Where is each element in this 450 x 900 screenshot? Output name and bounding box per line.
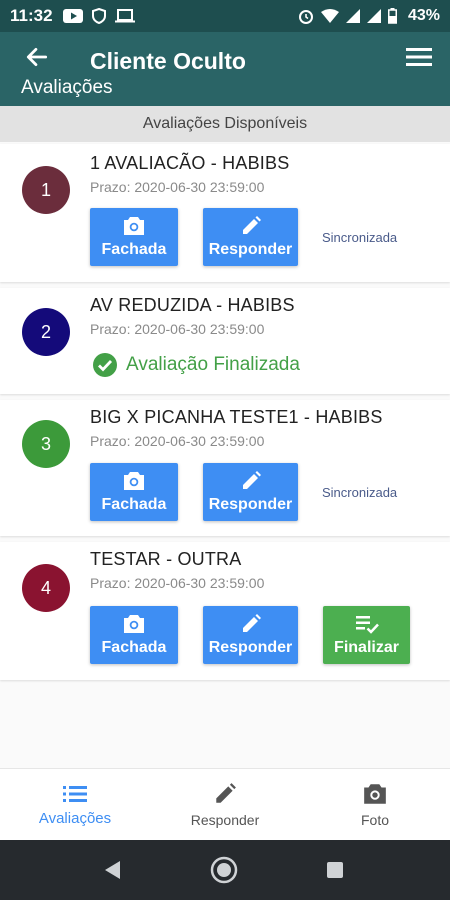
fachada-label: Fachada	[101, 496, 167, 513]
evaluation-number-badge: 3	[22, 420, 70, 468]
status-bar: 11:32 43%	[0, 0, 450, 32]
arrow-left-icon[interactable]	[24, 44, 50, 70]
nav-label: Foto	[360, 812, 389, 828]
evaluation-title: 1 AVALIACÃO - HABIBS	[90, 153, 290, 173]
evaluation-number-badge: 1	[22, 166, 70, 214]
pencil-icon	[216, 783, 236, 803]
pencil-icon	[242, 216, 261, 234]
finalizar-button[interactable]: Finalizar	[323, 606, 410, 664]
playlist-check-icon	[355, 616, 379, 634]
youtube-icon	[62, 9, 83, 23]
nav-item-avaliacoes[interactable]: Avaliações	[0, 769, 150, 841]
evaluation-number-badge: 2	[22, 308, 70, 356]
responder-button[interactable]: Responder	[203, 606, 298, 664]
status-icons-left	[62, 8, 135, 24]
responder-label: Responder	[208, 241, 293, 258]
wifi-icon	[320, 9, 339, 23]
battery-icon	[387, 8, 397, 24]
responder-label: Responder	[208, 639, 293, 656]
signal-icon	[345, 9, 360, 23]
pencil-icon	[242, 614, 261, 632]
camera-icon	[124, 217, 144, 235]
evaluation-card-4: 4 TESTAR - OUTRA Prazo: 2020-06-30 23:59…	[0, 542, 450, 680]
back-triangle-icon[interactable]	[104, 860, 122, 880]
bottom-navigation: Avaliações Responder Foto	[0, 768, 450, 841]
sync-status: Sincronizada	[322, 485, 398, 500]
page-title: Cliente Oculto	[90, 48, 246, 74]
page-subtitle: Avaliações	[21, 77, 113, 98]
nav-label: Avaliações	[38, 809, 112, 827]
evaluation-card-3: 3 BIG X PICANHA TESTE1 - HABIBS Prazo: 2…	[0, 400, 450, 536]
menu-icon[interactable]	[406, 46, 432, 68]
pencil-icon	[242, 471, 261, 489]
camera-icon	[364, 784, 386, 804]
evaluation-number-badge: 4	[22, 564, 70, 612]
evaluation-title: TESTAR - OUTRA	[90, 549, 242, 569]
evaluation-deadline: Prazo: 2020-06-30 23:59:00	[90, 321, 265, 337]
evaluation-deadline: Prazo: 2020-06-30 23:59:00	[90, 179, 265, 195]
check-circle-icon	[93, 353, 117, 377]
nav-label: Responder	[190, 812, 260, 828]
home-circle-icon[interactable]	[210, 856, 238, 884]
battery-percent: 43%	[407, 7, 440, 24]
evaluation-card-2: 2 AV REDUZIDA - HABIBS Prazo: 2020-06-30…	[0, 288, 450, 394]
status-time: 11:32	[10, 6, 53, 25]
evaluation-title: BIG X PICANHA TESTE1 - HABIBS	[90, 407, 383, 427]
system-navigation-bar	[0, 840, 450, 900]
list-icon	[63, 785, 87, 802]
sync-status: Sincronizada	[322, 230, 398, 245]
app-bar: Cliente Oculto Avaliações	[0, 32, 450, 106]
fachada-label: Fachada	[101, 241, 167, 258]
responder-button[interactable]: Responder	[203, 463, 298, 521]
fachada-button[interactable]: Fachada	[90, 463, 178, 521]
camera-icon	[124, 472, 144, 490]
finished-label: Avaliação Finalizada	[126, 354, 300, 375]
fachada-button[interactable]: Fachada	[90, 606, 178, 664]
recents-square-icon[interactable]	[326, 861, 344, 879]
alarm-icon	[298, 10, 313, 24]
finalizar-label: Finalizar	[334, 639, 399, 656]
nav-item-foto[interactable]: Foto	[300, 769, 450, 841]
responder-label: Responder	[208, 496, 293, 513]
camera-icon	[124, 615, 144, 633]
fachada-button[interactable]: Fachada	[90, 208, 178, 266]
laptop-icon	[114, 9, 135, 23]
nav-item-responder[interactable]: Responder	[150, 769, 300, 841]
finished-status: Avaliação Finalizada	[92, 352, 300, 378]
signal-icon	[366, 9, 381, 23]
evaluation-deadline: Prazo: 2020-06-30 23:59:00	[90, 575, 265, 591]
evaluation-card-1: 1 1 AVALIACÃO - HABIBS Prazo: 2020-06-30…	[0, 144, 450, 282]
evaluation-deadline: Prazo: 2020-06-30 23:59:00	[90, 433, 265, 449]
fachada-label: Fachada	[101, 639, 167, 656]
shield-icon	[91, 8, 106, 24]
evaluation-title: AV REDUZIDA - HABIBS	[90, 295, 295, 315]
status-icons-right: 43%	[298, 7, 440, 25]
responder-button[interactable]: Responder	[203, 208, 298, 266]
section-header: Avaliações Disponíveis	[0, 106, 450, 142]
